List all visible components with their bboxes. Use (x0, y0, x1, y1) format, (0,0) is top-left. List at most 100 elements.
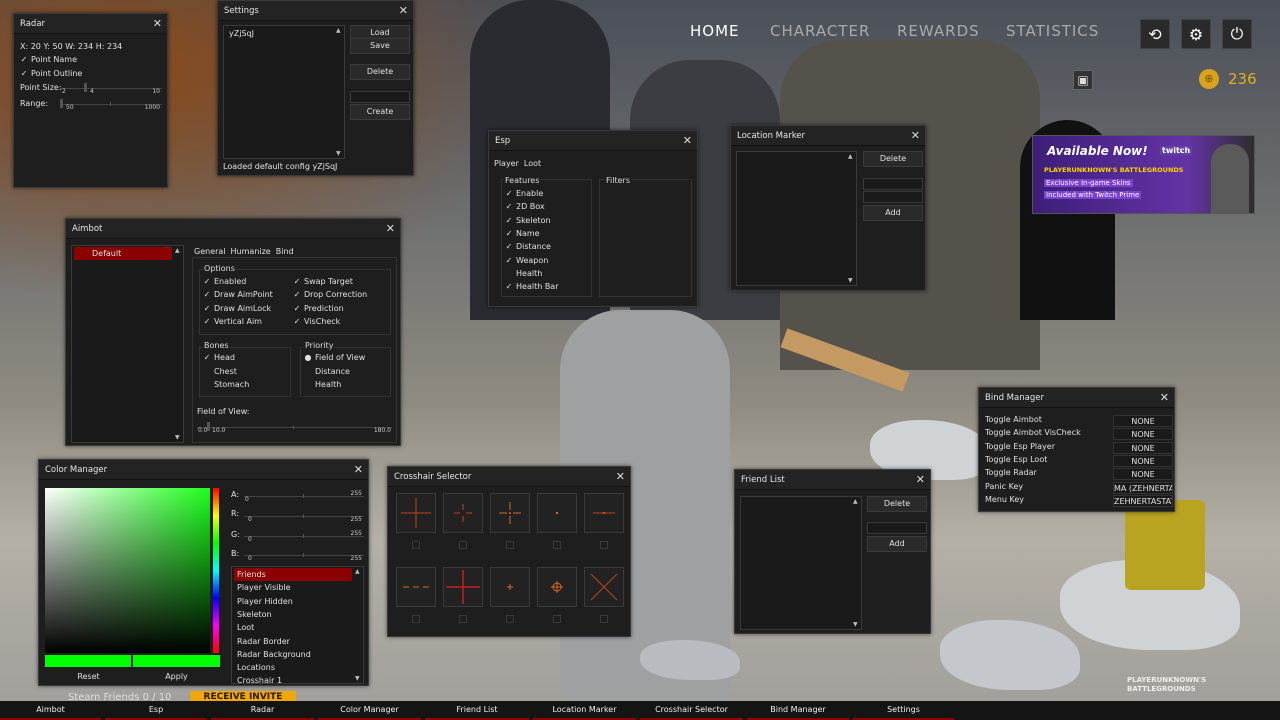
close-icon[interactable]: ✕ (916, 474, 925, 485)
taskbar-item[interactable]: Radar (211, 701, 314, 720)
channel-r-slider[interactable]: 0 255 (244, 510, 364, 524)
close-icon[interactable]: ✕ (683, 135, 692, 146)
channel-g-slider[interactable]: 0 255 (244, 530, 364, 544)
aimbot-option-checkbox[interactable]: ✓ VisCheck (293, 317, 341, 326)
add-button[interactable]: Add (867, 536, 927, 552)
scroll-down-icon[interactable]: ▼ (355, 675, 360, 682)
add-button[interactable]: Add (863, 205, 923, 221)
delete-button[interactable]: Delete (867, 496, 927, 512)
save-button[interactable]: Save (350, 38, 410, 54)
crosshair-select-checkbox[interactable] (459, 615, 467, 623)
config-item[interactable]: yZjSqJ (226, 27, 342, 40)
friend-titlebar[interactable]: Friend List ✕ (735, 470, 930, 490)
tab-bind[interactable]: Bind (276, 247, 294, 256)
nav-home[interactable]: HOME (690, 22, 740, 40)
bind-manager-window[interactable]: Bind Manager ✕ Toggle Aimbot NONE Toggle Ai… (978, 387, 1175, 512)
delete-button[interactable]: Delete (350, 64, 410, 80)
color-titlebar[interactable]: Color Manager ✕ (39, 460, 368, 480)
friend-list-window[interactable]: Friend List ✕ ▲ ▼ Delete Add (734, 469, 931, 634)
crosshair-option[interactable] (490, 493, 530, 533)
slider-knob[interactable] (84, 83, 87, 92)
scroll-down-icon[interactable]: ▼ (175, 434, 180, 441)
aimbot-option-checkbox[interactable]: ✓ Draw AimPoint (203, 290, 273, 299)
esp-feature-checkbox[interactable]: ✓ Weapon (505, 256, 549, 265)
tab-general[interactable]: General (194, 247, 226, 256)
bind-row[interactable]: Toggle Esp Loot NONE (983, 454, 1173, 468)
crosshair-option[interactable] (584, 493, 624, 533)
scroll-up-icon[interactable]: ▲ (175, 247, 180, 254)
point-size-slider[interactable]: 2 4 10 (60, 82, 162, 96)
tab-player[interactable]: Player (494, 159, 519, 168)
esp-window[interactable]: Esp ✕ Player Loot Features Filters ✓ Enable… (488, 130, 698, 307)
crosshair-select-checkbox[interactable] (600, 615, 608, 623)
color-target-item[interactable]: Radar Border (234, 635, 352, 648)
crosshair-selector-window[interactable]: Crosshair Selector ✕ (387, 466, 631, 637)
taskbar-item[interactable]: Color Manager (318, 701, 421, 720)
bone-checkbox[interactable]: Stomach (203, 380, 249, 389)
friend-list[interactable]: ▲ ▼ (740, 496, 862, 630)
esp-feature-checkbox[interactable]: ✓ Skeleton (505, 216, 551, 225)
crosshair-option[interactable] (443, 493, 483, 533)
location-marker-window[interactable]: Location Marker ✕ ▲ ▼ Delete Add (730, 125, 926, 291)
esp-feature-checkbox[interactable]: ✓ 2D Box (505, 202, 545, 211)
crosshair-select-checkbox[interactable] (459, 541, 467, 549)
nav-statistics[interactable]: STATISTICS (1006, 22, 1099, 40)
profile-item[interactable]: Default (74, 247, 172, 260)
color-target-item[interactable]: Locations (234, 661, 352, 674)
reset-button[interactable]: Reset (45, 670, 132, 684)
crosshair-option[interactable] (537, 493, 577, 533)
settings-window[interactable]: Settings ✕ yZjSqJ ▲ ▼ Load Save Delete Cre… (217, 0, 414, 176)
location-titlebar[interactable]: Location Marker ✕ (731, 126, 925, 146)
create-button[interactable]: Create (350, 104, 410, 120)
aimbot-option-checkbox[interactable]: ✓ Drop Correction (293, 290, 368, 299)
crosshair-option[interactable] (490, 567, 530, 607)
taskbar-item[interactable]: Friend List (425, 701, 529, 720)
taskbar-item[interactable]: Location Marker (533, 701, 636, 720)
bind-key-field[interactable]: ZEHNERTASTATU (1113, 494, 1173, 507)
aimbot-window[interactable]: Aimbot ✕ Default ▲ ▼ General Humanize Bind O… (65, 218, 401, 446)
color-picker-square[interactable] (45, 488, 210, 653)
aimbot-option-checkbox[interactable]: ✓ Swap Target (293, 277, 353, 286)
config-name-input[interactable] (350, 91, 410, 103)
crosshair-select-checkbox[interactable] (506, 615, 514, 623)
scroll-up-icon[interactable]: ▲ (355, 568, 360, 575)
config-list[interactable]: yZjSqJ ▲ ▼ (223, 25, 345, 159)
bind-key-field[interactable]: NONE (1113, 468, 1173, 481)
color-target-item[interactable]: Skeleton (234, 608, 352, 621)
location-list[interactable]: ▲ ▼ (736, 151, 857, 286)
crosshair-select-checkbox[interactable] (553, 615, 561, 623)
scroll-up-icon[interactable]: ▲ (853, 498, 858, 505)
crosshair-option[interactable] (443, 567, 483, 607)
esp-feature-checkbox[interactable]: ✓ Name (505, 229, 540, 238)
delete-button[interactable]: Delete (863, 151, 923, 167)
point-outline-checkbox[interactable]: ✓ Point Outline (20, 69, 83, 78)
esp-feature-checkbox[interactable]: ✓ Health Bar (505, 282, 559, 291)
color-target-item[interactable]: Radar Background (234, 648, 352, 661)
profile-list[interactable]: Default ▲ ▼ (71, 245, 184, 443)
bind-row[interactable]: Toggle Esp Player NONE (983, 441, 1173, 455)
crosshair-select-checkbox[interactable] (553, 541, 561, 549)
bind-row[interactable]: Toggle Aimbot NONE (983, 415, 1173, 428)
crosshair-option[interactable] (396, 567, 436, 607)
crosshair-option[interactable] (584, 567, 624, 607)
bone-checkbox[interactable]: Chest (203, 367, 237, 376)
power-icon[interactable]: ⏻ (1222, 19, 1252, 49)
bind-titlebar[interactable]: Bind Manager ✕ (979, 388, 1174, 408)
nav-rewards[interactable]: REWARDS (897, 22, 980, 40)
close-icon[interactable]: ✕ (354, 464, 363, 475)
aimbot-option-checkbox[interactable]: ✓ Vertical Aim (203, 317, 262, 326)
esp-titlebar[interactable]: Esp ✕ (489, 131, 697, 151)
crosshair-select-checkbox[interactable] (506, 541, 514, 549)
color-target-list[interactable]: Friends Player Visible Player Hidden Skelet… (231, 566, 364, 685)
scroll-up-icon[interactable]: ▲ (848, 153, 853, 160)
close-icon[interactable]: ✕ (399, 5, 408, 16)
hue-bar[interactable] (213, 488, 219, 653)
priority-radio[interactable]: Health (304, 380, 341, 389)
crosshair-option[interactable] (537, 567, 577, 607)
range-slider[interactable]: 50 1000 (60, 98, 162, 112)
taskbar-item[interactable]: Settings (853, 701, 954, 720)
priority-radio[interactable]: ● Field of View (304, 353, 366, 362)
color-target-item[interactable]: Loot (234, 621, 352, 634)
nav-character[interactable]: CHARACTER (770, 22, 870, 40)
bind-key-field[interactable]: NONE (1113, 441, 1173, 454)
